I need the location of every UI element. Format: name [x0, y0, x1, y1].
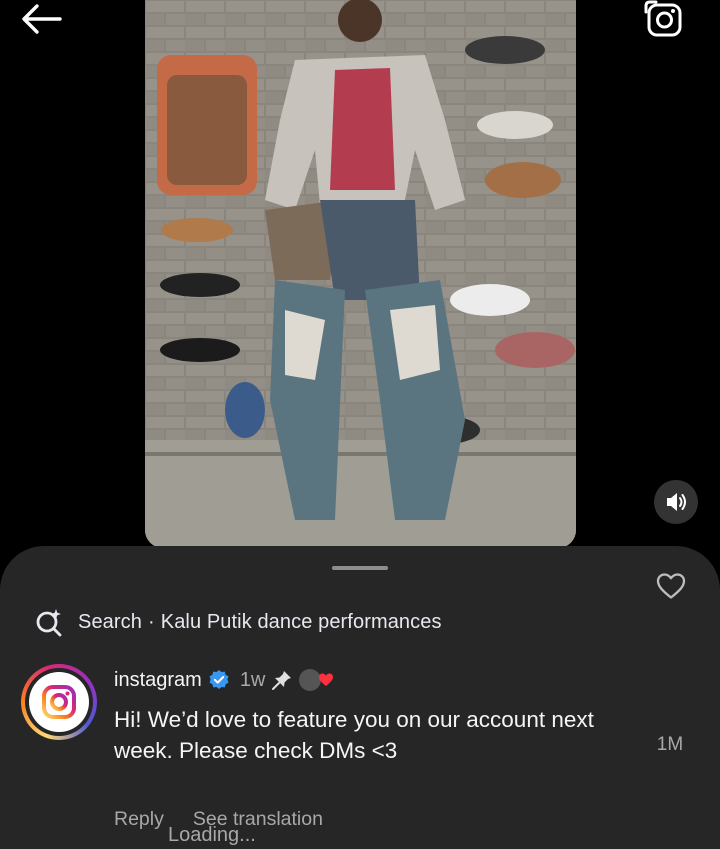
video-frame-illustration: [145, 0, 576, 548]
loading-indicator: Loading...: [168, 824, 256, 846]
volume-button[interactable]: [654, 480, 698, 524]
arrow-left-icon[interactable]: [20, 2, 64, 36]
avatar[interactable]: [21, 664, 97, 740]
search-suggestion[interactable]: Search · Kalu Putik dance performances: [34, 606, 442, 638]
search-label: Search: [78, 610, 142, 633]
comment-body: Hi! We’d love to feature you on our acco…: [114, 707, 594, 763]
volume-icon: [667, 493, 686, 511]
creator-heart-icon: [319, 673, 334, 686]
verified-badge-icon: [209, 670, 229, 689]
comment-like-count: 1M: [656, 734, 684, 755]
heart-outline-icon[interactable]: [656, 572, 686, 600]
reel-video[interactable]: [145, 0, 576, 548]
comments-sheet: Search · Kalu Putik dance performances i…: [0, 546, 720, 849]
comment-timestamp: 1w: [239, 668, 266, 691]
camera-icon[interactable]: [644, 0, 684, 40]
pin-icon: [272, 671, 292, 690]
search-query: Kalu Putik dance performances: [160, 610, 442, 633]
search-separator: ·: [147, 610, 155, 633]
instagram-logo-icon: [29, 672, 89, 732]
comment-username[interactable]: instagram: [114, 669, 202, 692]
search-sparkle-icon: [36, 609, 62, 637]
comment-meta: instagram 1w: [114, 666, 334, 694]
avatar-ring-gap: [25, 668, 93, 736]
reply-button[interactable]: Reply: [114, 808, 164, 831]
sheet-drag-handle[interactable]: [332, 566, 388, 570]
